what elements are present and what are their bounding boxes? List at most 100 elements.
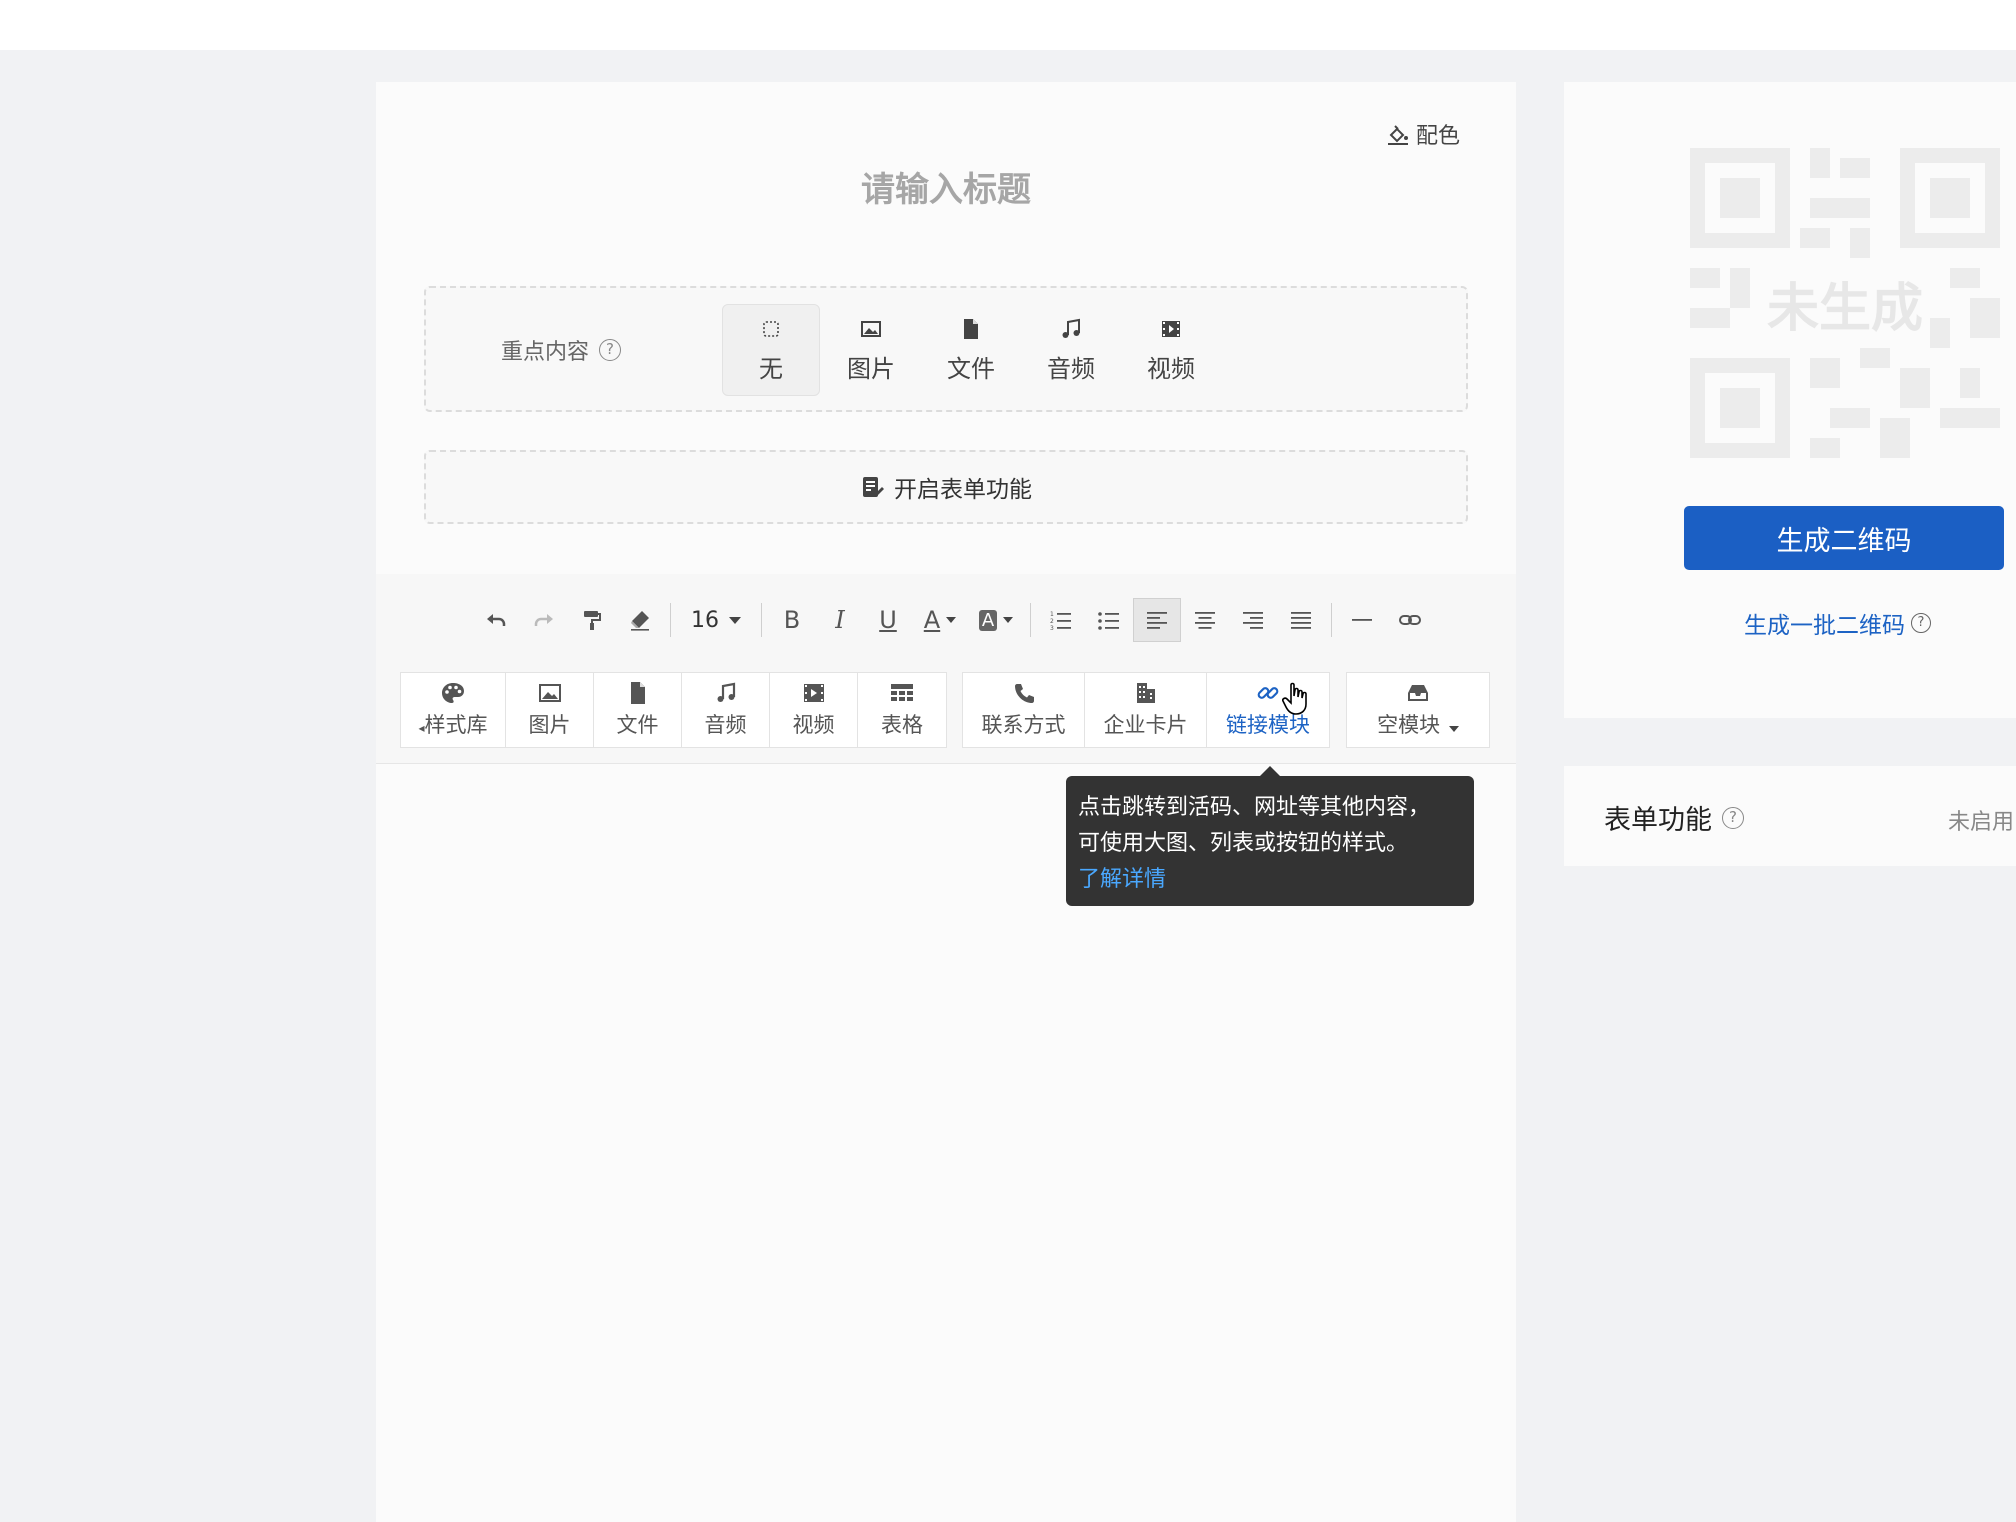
insert-link-button[interactable]: [1386, 598, 1434, 642]
module-label: 文件: [616, 713, 659, 737]
toolbar-divider: [1331, 603, 1332, 637]
phone-icon: [1014, 684, 1034, 703]
background-color-icon: A: [978, 609, 998, 631]
help-icon[interactable]: ?: [1722, 806, 1744, 829]
format-painter-button[interactable]: [568, 598, 616, 642]
key-option-file[interactable]: 文件: [922, 304, 1020, 396]
form-function-panel: 表单功能 ? 未启用: [1564, 766, 2016, 866]
image-icon: [538, 684, 561, 702]
format-toolbar: 16 B I U A A 123: [472, 598, 1434, 642]
ordered-list-button[interactable]: 123: [1037, 598, 1085, 642]
key-option-audio[interactable]: 音频: [1022, 304, 1120, 396]
module-file[interactable]: 文件: [594, 673, 682, 747]
key-option-label: 无: [759, 354, 783, 383]
form-function-title-wrap: 表单功能 ?: [1604, 798, 1744, 837]
toolbar-divider: [1030, 603, 1031, 637]
inbox-icon: [1408, 685, 1428, 701]
italic-button[interactable]: I: [816, 598, 864, 642]
key-content-label-wrap: 重点内容 ?: [501, 334, 622, 366]
batch-generate-label: 生成一批二维码: [1744, 613, 1905, 639]
clear-format-button[interactable]: [616, 598, 664, 642]
enable-form-button[interactable]: 开启表单功能: [424, 450, 1468, 524]
theme-color-label: 配色: [1415, 124, 1460, 149]
key-content-options: 无 图片 文件 音频 视频: [722, 304, 1220, 396]
video-icon: [803, 684, 824, 702]
module-style-library[interactable]: ◂样式库: [401, 673, 506, 747]
empty-module-group: 空模块: [1346, 672, 1490, 748]
font-color-button[interactable]: A: [912, 598, 968, 642]
dotted-square-icon: [763, 320, 779, 337]
image-icon: [861, 320, 881, 337]
key-content-box: 重点内容 ? 无 图片 文件 音频 视频: [424, 286, 1468, 412]
module-company-card[interactable]: 企业卡片: [1085, 673, 1207, 747]
align-left-button[interactable]: [1133, 598, 1181, 642]
form-edit-icon: [863, 477, 884, 497]
bullet-list-button[interactable]: [1085, 598, 1133, 642]
background-color-button[interactable]: A: [968, 598, 1024, 642]
module-contact[interactable]: 联系方式: [963, 673, 1085, 747]
italic-icon: I: [835, 606, 845, 634]
module-video[interactable]: 视频: [770, 673, 858, 747]
key-content-label: 重点内容: [501, 340, 590, 365]
chevron-down-icon: [1448, 726, 1459, 732]
svg-text:3: 3: [1050, 625, 1054, 632]
align-center-button[interactable]: [1181, 598, 1229, 642]
title-input[interactable]: 请输入标题: [376, 162, 1516, 211]
module-label-text: 空模块: [1377, 713, 1441, 737]
help-icon[interactable]: ?: [599, 339, 622, 361]
module-audio[interactable]: 音频: [682, 673, 770, 747]
module-label: 企业卡片: [1103, 713, 1188, 737]
align-right-button[interactable]: [1229, 598, 1277, 642]
horizontal-rule-button[interactable]: [1338, 598, 1386, 642]
undo-button[interactable]: [472, 598, 520, 642]
eraser-icon: [631, 611, 649, 631]
building-icon: [1136, 683, 1155, 703]
underline-button[interactable]: U: [864, 598, 912, 642]
toolbar-divider: [670, 603, 671, 637]
redo-button[interactable]: [520, 598, 568, 642]
bold-button[interactable]: B: [768, 598, 816, 642]
paint-bucket-icon: [1387, 125, 1408, 145]
module-label: 表格: [881, 713, 923, 737]
tooltip-line-1: 点击跳转到活码、网址等其他内容，: [1078, 795, 1431, 820]
batch-generate-link[interactable]: 生成一批二维码 ?: [1744, 606, 1931, 640]
module-link[interactable]: 链接模块: [1207, 673, 1329, 747]
align-right-icon: [1243, 612, 1263, 629]
music-note-icon: [1062, 318, 1080, 338]
bold-icon: B: [783, 606, 801, 634]
redo-icon: [534, 614, 553, 626]
qr-code-panel: 未生成 生成二维码 生成一批二维码 ?: [1564, 82, 2016, 718]
generate-qr-button[interactable]: 生成二维码: [1684, 506, 2004, 570]
key-option-image[interactable]: 图片: [822, 304, 920, 396]
align-center-icon: [1195, 612, 1215, 629]
horizontal-rule-icon: [1352, 619, 1372, 621]
key-option-none[interactable]: 无: [722, 304, 820, 396]
paintbrush-icon: [584, 611, 601, 630]
link-icon: [1257, 687, 1279, 699]
qr-not-generated-text: 未生成: [1766, 278, 1923, 339]
chevron-down-icon: [1003, 617, 1014, 623]
align-justify-button[interactable]: [1277, 598, 1325, 642]
file-icon: [964, 318, 978, 339]
font-size-select[interactable]: 16: [677, 598, 755, 642]
module-label: ◂样式库: [418, 713, 488, 737]
ordered-list-icon: 123: [1050, 611, 1071, 632]
help-icon[interactable]: ?: [1911, 613, 1931, 633]
theme-color-button[interactable]: 配色: [1386, 118, 1460, 150]
qr-code-placeholder: 未生成: [1690, 148, 2000, 458]
module-empty[interactable]: 空模块: [1347, 673, 1489, 747]
bullet-list-icon: [1098, 612, 1119, 630]
hand-cursor-icon: [1282, 682, 1307, 715]
key-option-video[interactable]: 视频: [1122, 304, 1220, 396]
toolbar-divider: [761, 603, 762, 637]
module-image[interactable]: 图片: [506, 673, 594, 747]
editor-toolbar: 16 B I U A A 123 ◂样式库 图片 文件 音频 视频 表格 联系方…: [376, 574, 1516, 764]
learn-more-link[interactable]: 了解详情: [1078, 867, 1166, 892]
module-table[interactable]: 表格: [858, 673, 946, 747]
business-module-group: 联系方式 企业卡片 链接模块: [962, 672, 1330, 748]
palette-icon: [442, 683, 464, 703]
content-module-group: ◂样式库 图片 文件 音频 视频 表格: [400, 672, 947, 748]
key-option-label: 音频: [1047, 354, 1095, 383]
link-icon: [1399, 615, 1421, 625]
file-icon: [630, 682, 645, 704]
